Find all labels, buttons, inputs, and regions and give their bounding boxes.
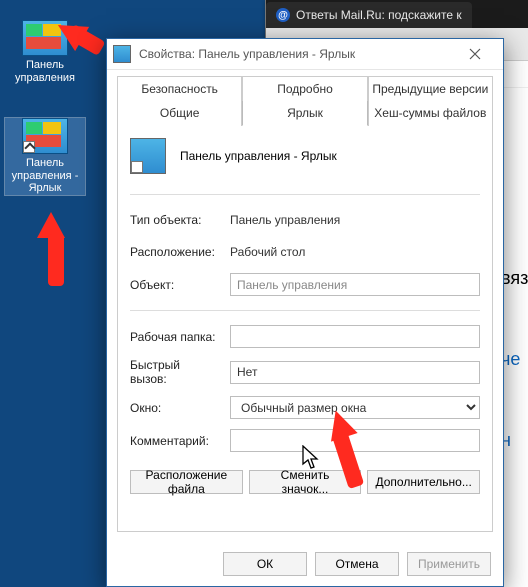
start-in-field[interactable]	[230, 325, 480, 348]
shortcut-overlay-icon	[23, 141, 35, 153]
favicon-mailru-icon: @	[276, 8, 290, 22]
apply-button[interactable]: Применить	[407, 552, 491, 576]
label-run: Окно:	[130, 401, 220, 415]
dialog-titlebar[interactable]: Свойства: Панель управления - Ярлык	[107, 39, 503, 70]
shortcut-large-icon	[130, 138, 166, 174]
comment-field[interactable]	[230, 429, 480, 452]
dialog-tabs: Безопасность Подробно Предыдущие версии …	[107, 70, 503, 126]
shortcut-name: Панель управления - Ярлык	[180, 149, 337, 163]
tab-panel-shortcut: Панель управления - Ярлык Тип объекта: П…	[117, 126, 493, 532]
title-icon	[113, 45, 131, 63]
label-location: Расположение:	[130, 245, 220, 259]
dialog-title: Свойства: Панель управления - Ярлык	[139, 47, 445, 61]
desktop-icon-control-panel[interactable]: Панель управления	[5, 20, 85, 84]
open-file-location-button[interactable]: Расположение файла	[130, 470, 243, 494]
shortcut-key-field[interactable]	[230, 361, 480, 384]
control-panel-icon	[22, 118, 68, 154]
tab-general[interactable]: Общие	[117, 101, 242, 126]
value-object-type: Панель управления	[230, 213, 480, 227]
dialog-footer: ОК Отмена Применить	[107, 542, 503, 586]
desktop: Панель управления Панель управления - Яр…	[0, 0, 528, 587]
tab-hash[interactable]: Хеш-суммы файлов	[368, 101, 493, 126]
change-icon-button[interactable]: Сменить значок...	[249, 470, 362, 494]
label-shortcut-key: Быстрый вызов:	[130, 358, 220, 386]
target-field[interactable]	[230, 273, 480, 296]
advanced-button[interactable]: Дополнительно...	[367, 470, 480, 494]
ok-button[interactable]: ОК	[223, 552, 307, 576]
label-start-in: Рабочая папка:	[130, 330, 220, 344]
tab-shortcut[interactable]: Ярлык	[242, 101, 367, 126]
browser-tab-title: Ответы Mail.Ru: подскажите к	[296, 8, 462, 22]
properties-dialog: Свойства: Панель управления - Ярлык Безо…	[106, 38, 504, 587]
value-location: Рабочий стол	[230, 245, 480, 259]
run-window-select[interactable]: Обычный размер окна	[230, 396, 480, 419]
tab-previous-versions[interactable]: Предыдущие версии	[368, 76, 493, 101]
desktop-icon-label: Панель управления	[5, 59, 85, 84]
browser-tab[interactable]: @ Ответы Mail.Ru: подскажите к	[266, 2, 472, 28]
label-target: Объект:	[130, 278, 220, 292]
label-comment: Комментарий:	[130, 434, 220, 448]
desktop-icon-label: Панель управления - Ярлык	[5, 157, 85, 195]
close-button[interactable]	[453, 43, 497, 65]
control-panel-icon	[22, 20, 68, 56]
tab-security[interactable]: Безопасность	[117, 76, 242, 101]
cancel-button[interactable]: Отмена	[315, 552, 399, 576]
browser-tabbar: @ Ответы Mail.Ru: подскажите к	[266, 0, 528, 28]
desktop-icon-control-panel-shortcut[interactable]: Панель управления - Ярлык	[5, 118, 85, 195]
tab-details[interactable]: Подробно	[242, 76, 367, 101]
label-object-type: Тип объекта:	[130, 213, 220, 227]
